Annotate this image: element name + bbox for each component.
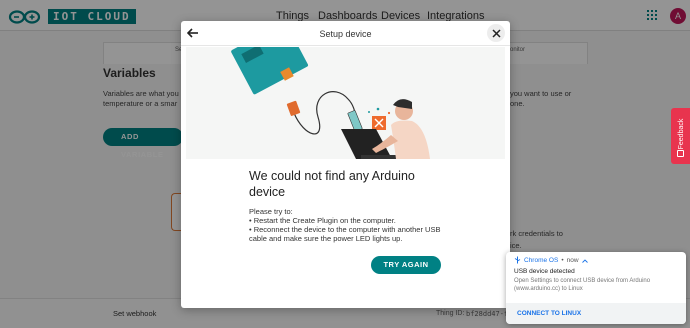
- feedback-tab[interactable]: Feedback: [671, 108, 690, 164]
- dialog-title: Setup device: [319, 29, 372, 39]
- setup-device-dialog: Setup device We could not find any Ardui…: [181, 21, 510, 308]
- dialog-header: Setup device: [181, 21, 510, 46]
- try-again-button[interactable]: TRY AGAIN: [371, 256, 441, 274]
- notification-separator: •: [561, 256, 564, 264]
- notification-body: Open Settings to connect USB device from…: [514, 278, 651, 292]
- connect-to-linux-button[interactable]: CONNECT TO LINUX: [517, 310, 581, 317]
- usb-icon: [514, 256, 521, 264]
- chevron-up-icon[interactable]: [581, 258, 588, 263]
- notification-header: Chrome OS • now: [514, 256, 588, 264]
- notification-source: Chrome OS: [524, 256, 559, 264]
- tip-restart-plugin: • Restart the Create Plugin on the compu…: [249, 216, 396, 225]
- notification-actions: CONNECT TO LINUX: [506, 303, 686, 324]
- no-device-illustration: [186, 22, 505, 159]
- try-instructions-label: Please try to:: [249, 207, 293, 216]
- tip-reconnect-device: • Reconnect the device to the computer w…: [249, 225, 441, 243]
- usb-notification[interactable]: Chrome OS • now USB device detected Open…: [506, 252, 686, 324]
- notification-title: USB device detected: [514, 268, 575, 275]
- feedback-icon: [677, 150, 684, 157]
- close-icon[interactable]: [487, 24, 505, 42]
- error-title: We could not find any Arduino device: [249, 169, 415, 199]
- notification-time: now: [566, 256, 579, 264]
